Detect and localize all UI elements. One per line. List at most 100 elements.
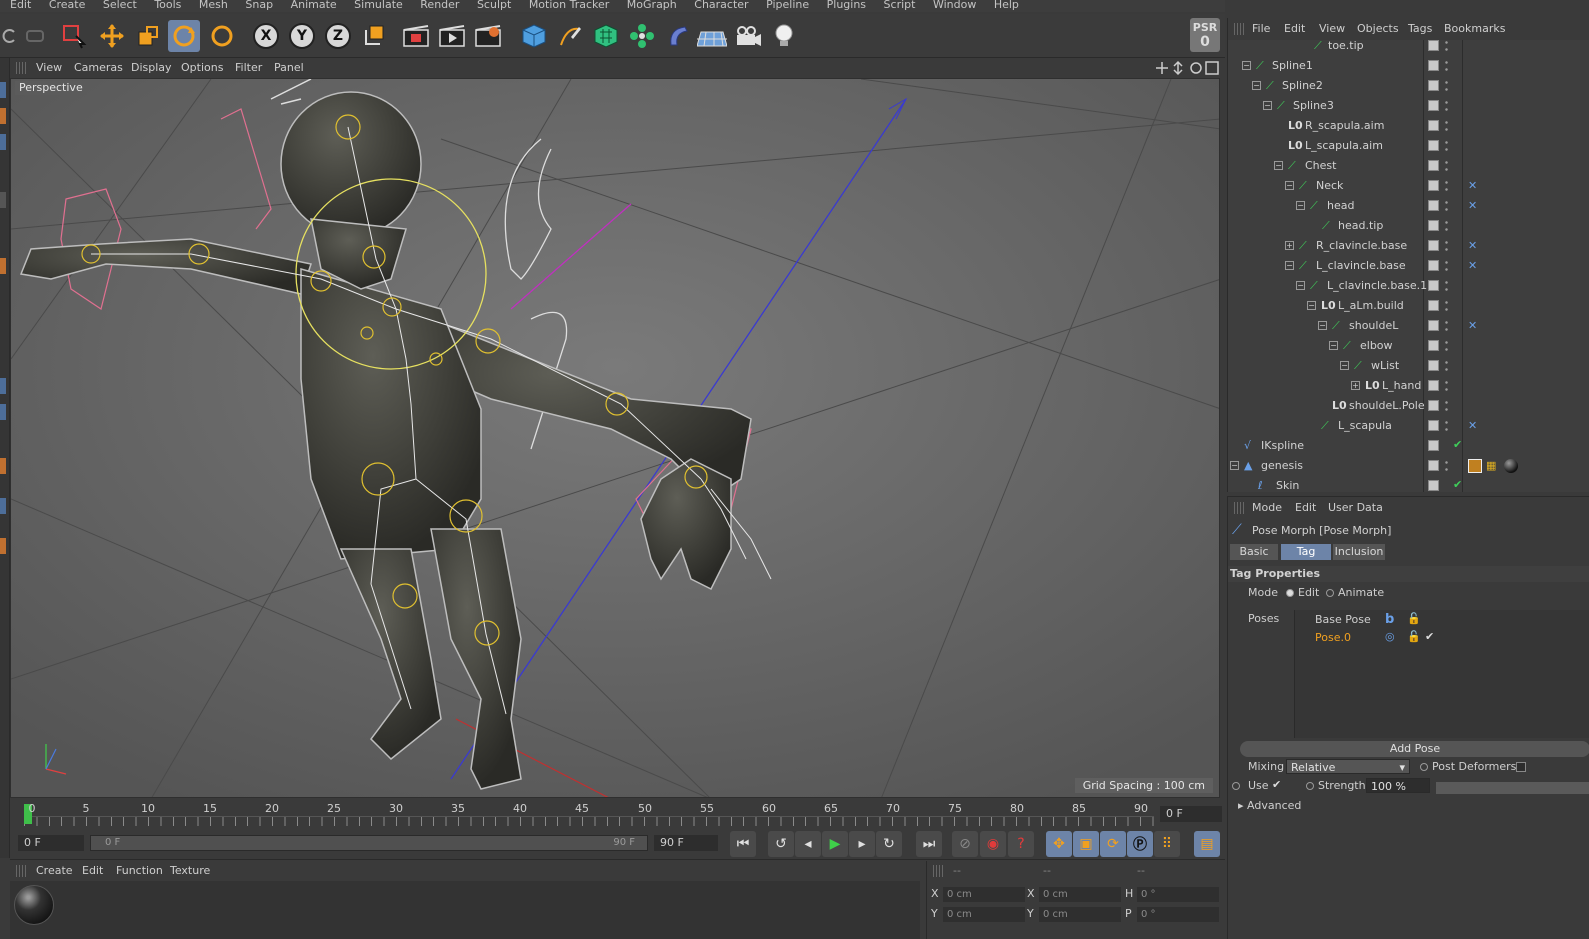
render-dots-icon[interactable] [1445,40,1448,53]
render-dots-icon[interactable] [1445,59,1448,73]
menu-help[interactable]: Help [994,0,1019,10]
visibility-toggle[interactable] [1428,460,1439,471]
light-button[interactable] [768,20,800,52]
strength-radio[interactable] [1306,782,1314,790]
recent-tool-button[interactable] [206,20,238,52]
render-dots-icon[interactable] [1445,459,1448,473]
mode-button-3[interactable] [0,134,6,150]
ik-tag-icon[interactable]: ✕ [1468,199,1482,213]
object-row-r-clavincle-base[interactable]: + ⟋ R_clavincle.base ✕ [1228,236,1589,256]
y-axis-lock-button[interactable]: Y [286,20,318,52]
menu-edit[interactable]: Edit [10,0,31,10]
current-frame-field[interactable]: 0 F [1160,806,1222,822]
render-dots-icon[interactable] [1445,419,1448,433]
viewport-camera-label[interactable]: Perspective [15,81,87,95]
om-menu-bookmarks[interactable]: Bookmarks [1444,22,1505,35]
menu-pipeline[interactable]: Pipeline [766,0,809,10]
mode-animate-radio[interactable] [1326,589,1334,597]
panel-grip-icon[interactable] [933,865,943,877]
menu-character[interactable]: Character [694,0,748,10]
om-menu-edit[interactable]: Edit [1284,22,1305,35]
render-dots-icon[interactable] [1445,339,1448,353]
am-menu-mode[interactable]: Mode [1252,501,1282,514]
go-to-start-button[interactable]: ⏮ [730,831,756,857]
redo-button[interactable] [20,20,52,52]
check-icon[interactable]: ✔ [1425,630,1434,643]
collapse-icon[interactable]: − [1296,281,1305,290]
render-dots-icon[interactable] [1445,359,1448,373]
render-dots-icon[interactable] [1445,219,1448,233]
collapse-icon[interactable]: − [1252,81,1261,90]
visibility-toggle[interactable] [1428,480,1439,491]
collapse-icon[interactable]: − [1263,101,1272,110]
object-row-l-clavincle-base-1[interactable]: − ⟋ L_clavincle.base.1 [1228,276,1589,296]
render-dots-icon[interactable] [1445,299,1448,313]
material-menu-create[interactable]: Create [36,864,73,877]
visibility-toggle[interactable] [1428,200,1439,211]
om-menu-tags[interactable]: Tags [1408,22,1432,35]
record-point-level-button[interactable]: ⠿ [1154,831,1180,857]
viewport-menu-view[interactable]: View [36,61,62,74]
menu-window[interactable]: Window [933,0,976,10]
object-row-wrist[interactable]: − ⟋ wList [1228,356,1589,376]
render-dots-icon[interactable] [1445,199,1448,213]
object-row-l-scapula-aim[interactable]: L0 L_scapula.aim [1228,136,1589,156]
visibility-toggle[interactable] [1428,180,1439,191]
size-y-field[interactable]: 0 cm [1039,907,1121,922]
position-y-field[interactable]: 0 cm [943,907,1025,922]
panel-grip-icon[interactable] [16,865,26,877]
mode-button-2[interactable] [0,108,6,124]
material-menu-texture[interactable]: Texture [170,864,210,877]
end-frame-field[interactable]: 90 F [654,835,718,851]
mode-button-6[interactable] [0,378,6,394]
collapse-icon[interactable]: − [1274,161,1283,170]
object-row-l-scapula[interactable]: ⟋ L_scapula ✕ [1228,416,1589,436]
mode-button-5[interactable] [0,258,6,274]
render-dots-icon[interactable] [1445,139,1448,153]
render-view-button[interactable] [400,20,432,52]
mode-button-8[interactable] [0,458,6,474]
render-dots-icon[interactable] [1445,279,1448,293]
material-menu-edit[interactable]: Edit [82,864,103,877]
render-dots-icon[interactable] [1445,319,1448,333]
collapse-icon[interactable]: − [1307,301,1316,310]
collapse-icon[interactable]: − [1329,341,1338,350]
collapse-icon[interactable]: − [1230,461,1239,470]
live-selection-button[interactable] [58,20,90,52]
previous-frame-button[interactable]: ◂ [795,831,821,857]
play-button[interactable]: ▶ [822,831,848,857]
menu-animate[interactable]: Animate [291,0,337,10]
tab-inclusion[interactable]: Inclusion [1333,544,1385,560]
panel-grip-icon[interactable] [1234,23,1244,35]
render-dots-icon[interactable] [1445,239,1448,253]
post-deformers-checkbox[interactable] [1516,762,1526,772]
viewport-menu-options[interactable]: Options [181,61,223,74]
cube-primitive-button[interactable] [518,20,550,52]
render-dots-icon[interactable] [1445,399,1448,413]
visibility-toggle[interactable] [1428,60,1439,71]
viewport-menu-display[interactable]: Display [131,61,172,74]
tab-tag[interactable]: Tag [1281,544,1331,560]
collapse-icon[interactable]: − [1285,261,1294,270]
menu-motion-tracker[interactable]: Motion Tracker [529,0,609,10]
viewport-navigation-icons[interactable] [1156,60,1220,76]
material-tag-icon[interactable] [1504,459,1518,473]
tab-basic[interactable]: Basic [1230,544,1278,560]
ik-tag-icon[interactable]: ✕ [1468,259,1482,273]
pose-target-icon[interactable]: ◎ [1385,630,1395,643]
scheme-menu-button[interactable]: ▤ [1194,831,1220,857]
camera-button[interactable] [732,20,764,52]
material-preview-ball[interactable] [14,885,54,925]
panel-grip-icon[interactable] [16,62,26,74]
collapse-icon[interactable]: − [1296,201,1305,210]
menu-script[interactable]: Script [884,0,916,10]
object-row-skin[interactable]: ℓ Skin ✔ [1228,476,1589,492]
menu-simulate[interactable]: Simulate [354,0,403,10]
enabled-check-icon[interactable]: ✔ [1453,478,1462,491]
pose-morph-tag-icon[interactable] [1468,459,1482,473]
object-row-shoulder-pole[interactable]: L0 shouldeL.Pole [1228,396,1589,416]
object-row-head[interactable]: − ⟋ head ✕ [1228,196,1589,216]
pose-row-pose0[interactable]: Pose.0 ◎ 🔓 ✔ [1299,630,1499,646]
mixing-dropdown[interactable]: Relative ▾ [1286,759,1410,774]
collapse-icon[interactable]: − [1242,61,1251,70]
